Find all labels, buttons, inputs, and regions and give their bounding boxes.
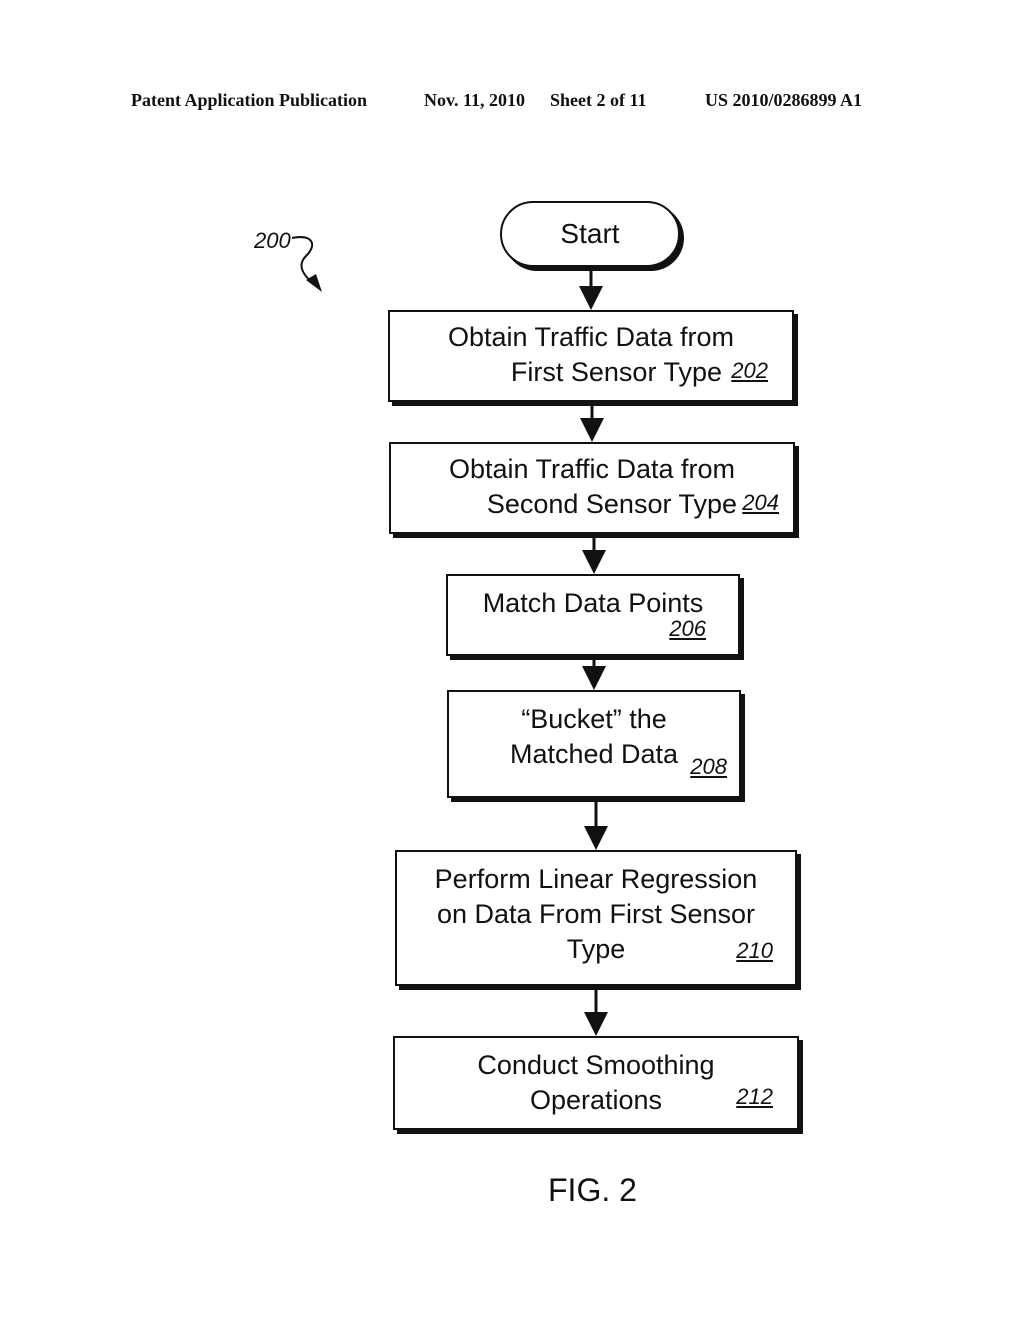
step-text: Obtain Traffic Data from <box>447 322 735 352</box>
step-ref-number: 202 <box>731 358 768 383</box>
step-202: Obtain Traffic Data from First Sensor Ty… <box>388 310 794 402</box>
step-text: Perform Linear Regression <box>434 864 758 894</box>
step-210: Perform Linear Regression on Data From F… <box>395 850 797 986</box>
step-206: Match Data Points 206 <box>446 574 740 656</box>
step-text: Second Sensor Type <box>486 489 737 519</box>
step-ref-number: 212 <box>736 1084 773 1109</box>
start-label: Start <box>560 218 620 249</box>
label-leader-arrowhead <box>306 274 322 292</box>
step-204: Obtain Traffic Data from Second Sensor T… <box>389 442 795 534</box>
step-text: on Data From First Sensor <box>436 899 756 929</box>
step-212: Conduct Smoothing Operations 212 <box>393 1036 799 1130</box>
step-text: Obtain Traffic Data from <box>448 454 736 484</box>
step-208: “Bucket” the Matched Data 208 <box>447 690 741 798</box>
step-ref-number: 210 <box>736 938 773 963</box>
step-ref-number: 208 <box>690 754 727 779</box>
start-terminal: Start <box>500 201 680 267</box>
step-ref-number: 206 <box>669 616 706 641</box>
step-text: Conduct Smoothing <box>477 1050 715 1080</box>
figure-caption: FIG. 2 <box>548 1172 637 1208</box>
step-text: “Bucket” the <box>521 704 667 734</box>
step-ref-number: 204 <box>742 490 779 515</box>
